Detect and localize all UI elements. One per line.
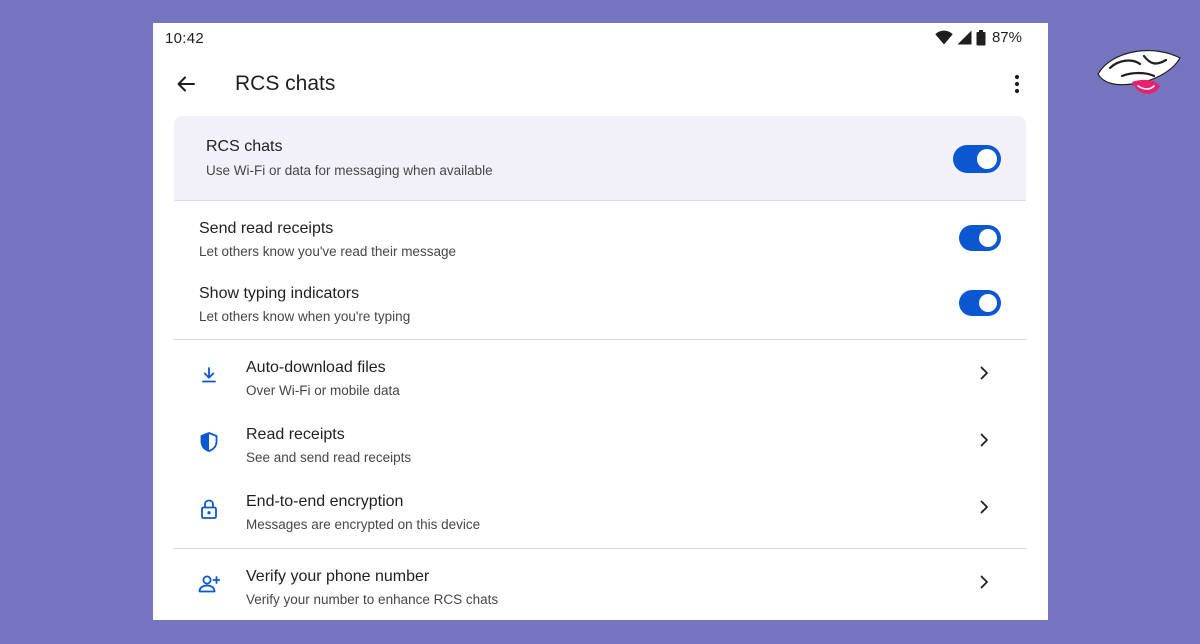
phone-screen: 10:42 87% RCS chats RCS chats Use Wi-Fi … <box>153 23 1048 620</box>
show-typing-indicators-row[interactable]: Show typing indicators Let others know w… <box>174 281 1026 341</box>
chevron-right-icon <box>976 499 992 515</box>
rcs-chats-toggle-subtitle: Use Wi-Fi or data for messaging when ava… <box>206 163 493 178</box>
download-icon <box>196 362 222 388</box>
shield-icon <box>196 429 222 455</box>
rcs-chats-toggle-title: RCS chats <box>206 138 283 155</box>
auto-download-files-row[interactable]: Auto-download files Over Wi-Fi or mobile… <box>174 355 1026 415</box>
verify-phone-number-title: Verify your phone number <box>246 568 430 585</box>
person-add-icon <box>196 571 222 597</box>
send-read-receipts-switch[interactable] <box>959 225 1001 251</box>
send-read-receipts-row[interactable]: Send read receipts Let others know you'v… <box>174 216 1026 276</box>
status-time: 10:42 <box>165 30 205 47</box>
back-button[interactable] <box>171 69 201 99</box>
page-title: RCS chats <box>235 72 336 95</box>
chevron-right-icon <box>976 365 992 381</box>
read-receipts-row[interactable]: Read receipts See and send read receipts <box>174 422 1026 482</box>
end-to-end-encryption-row[interactable]: End-to-end encryption Messages are encry… <box>174 489 1026 549</box>
battery-percent: 87% <box>991 29 1022 46</box>
divider <box>174 200 1026 201</box>
battery-icon <box>976 29 986 45</box>
verify-phone-number-row[interactable]: Verify your phone number Verify your num… <box>174 564 1026 620</box>
rcs-chats-switch[interactable] <box>953 145 1001 173</box>
switch-knob <box>979 229 997 247</box>
read-receipts-subtitle: See and send read receipts <box>246 450 412 465</box>
end-to-end-encryption-subtitle: Messages are encrypted on this device <box>246 517 481 532</box>
signal-icon <box>957 30 972 45</box>
rcs-chats-main-toggle-card[interactable]: RCS chats Use Wi-Fi or data for messagin… <box>174 116 1026 200</box>
end-to-end-encryption-title: End-to-end encryption <box>246 493 404 510</box>
lock-icon <box>196 496 222 522</box>
show-typing-indicators-subtitle: Let others know when you're typing <box>199 309 411 324</box>
show-typing-indicators-switch[interactable] <box>959 290 1001 316</box>
divider <box>174 339 1026 340</box>
status-bar: 10:42 87% <box>153 23 1048 53</box>
wifi-icon <box>935 30 953 45</box>
more-options-button[interactable] <box>1002 69 1032 99</box>
watermark-logo <box>1097 50 1181 94</box>
auto-download-files-subtitle: Over Wi-Fi or mobile data <box>246 383 400 398</box>
more-vert-icon <box>1014 74 1020 94</box>
auto-download-files-title: Auto-download files <box>246 359 386 376</box>
arrow-back-icon <box>177 76 195 92</box>
chevron-right-icon <box>976 574 992 590</box>
show-typing-indicators-title: Show typing indicators <box>199 285 360 302</box>
divider <box>174 548 1026 549</box>
send-read-receipts-title: Send read receipts <box>199 220 334 237</box>
switch-knob <box>977 149 997 169</box>
chevron-right-icon <box>976 432 992 448</box>
switch-knob <box>979 294 997 312</box>
verify-phone-number-subtitle: Verify your number to enhance RCS chats <box>246 592 499 607</box>
status-icons: 87% <box>935 29 1022 46</box>
app-bar: RCS chats <box>153 63 1048 105</box>
read-receipts-title: Read receipts <box>246 426 345 443</box>
send-read-receipts-subtitle: Let others know you've read their messag… <box>199 244 456 259</box>
